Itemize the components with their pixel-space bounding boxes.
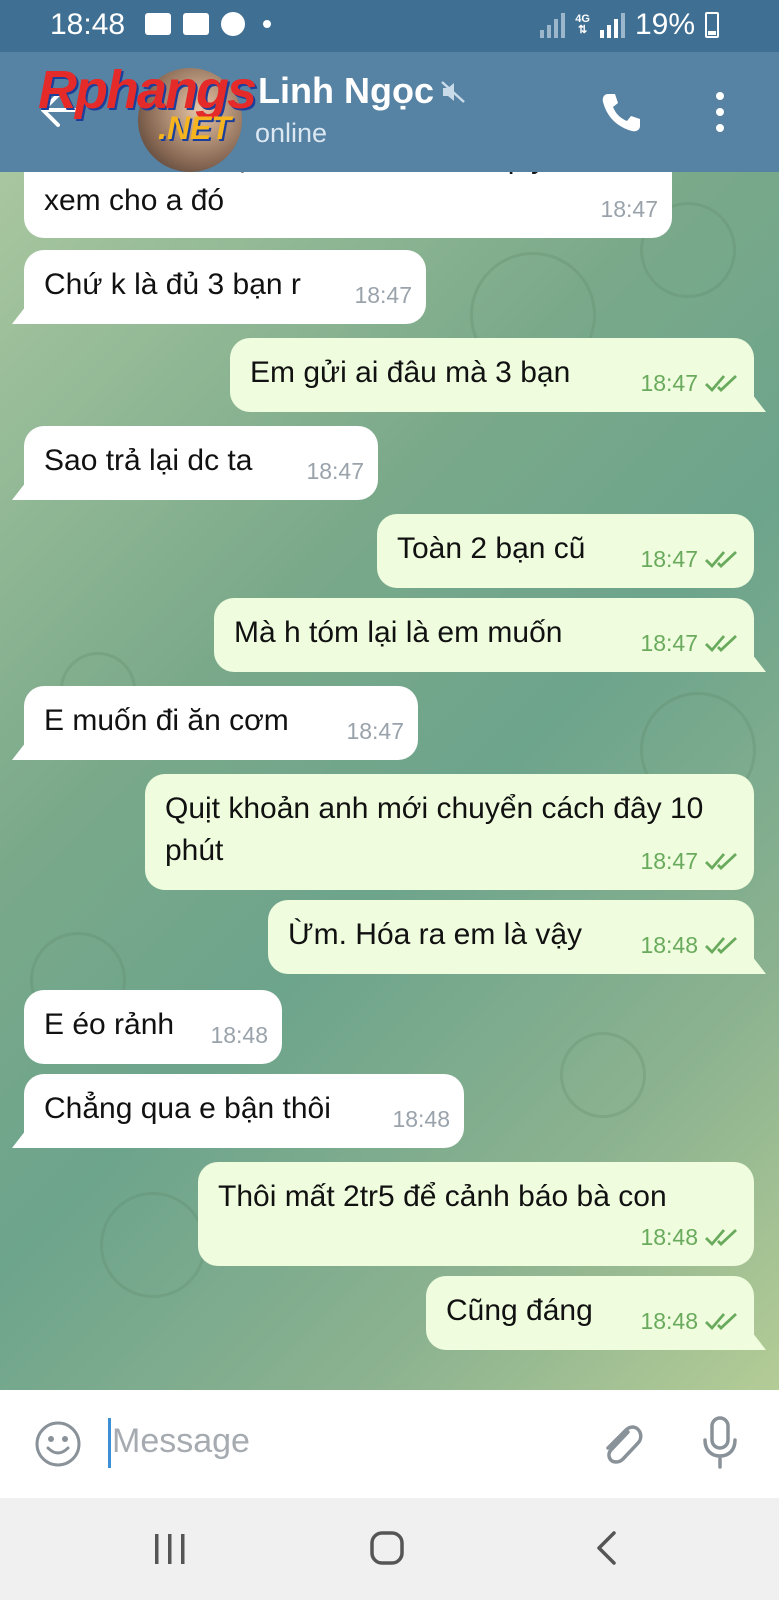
message-time: 18:47 xyxy=(640,630,698,656)
message-time: 18:47 xyxy=(346,718,404,744)
message-meta: 18:47 xyxy=(354,274,412,316)
contact-status: online xyxy=(255,118,328,148)
message-outgoing[interactable]: Ừm. Hóa ra em là vậy 18:48 xyxy=(268,900,754,974)
message-incoming[interactable]: Hình như có bạn bè bè là e k tính quyền … xyxy=(24,172,672,238)
emoji-icon[interactable] xyxy=(34,1420,82,1468)
message-time: 18:48 xyxy=(392,1106,450,1132)
message-meta: 18:47 xyxy=(640,622,740,664)
message-incoming[interactable]: Chứ k là đủ 3 bạn r 18:47 xyxy=(24,250,426,324)
message-incoming[interactable]: E muốn đi ăn cơm 18:47 xyxy=(24,686,418,760)
chat-area[interactable]: Hình như có bạn bè bè là e k tính quyền … xyxy=(0,172,779,1390)
chrome-notification-icon xyxy=(221,12,245,36)
double-check-icon xyxy=(705,634,737,653)
notification-icons xyxy=(145,12,271,36)
microphone-icon[interactable] xyxy=(700,1416,740,1470)
message-meta: 18:47 xyxy=(640,362,740,404)
recent-apps-icon[interactable] xyxy=(152,1532,188,1566)
message-text: Toàn 2 bạn cũ xyxy=(397,532,586,565)
message-meta: 18:47 xyxy=(640,840,740,882)
message-time: 18:48 xyxy=(640,1308,698,1334)
nav-back-icon[interactable] xyxy=(594,1530,618,1566)
signal-sim2-icon xyxy=(599,12,625,38)
more-vertical-icon[interactable] xyxy=(714,92,726,132)
message-meta: 18:47 xyxy=(306,450,364,492)
mute-icon xyxy=(441,81,465,103)
contact-name[interactable]: Linh Ngọc xyxy=(258,70,434,112)
message-time: 18:47 xyxy=(354,282,412,308)
message-meta: 18:47 xyxy=(640,538,740,580)
battery-icon xyxy=(705,12,719,38)
chat-header: Rphangs .NET Linh Ngọc online xyxy=(0,52,779,172)
message-text: Thôi mất 2tr5 để cảnh báo bà con xyxy=(218,1180,667,1213)
text-cursor xyxy=(108,1418,111,1468)
status-right: 4G ⇅ 19% xyxy=(540,8,719,42)
double-check-icon xyxy=(705,852,737,871)
message-text: E éo rảnh xyxy=(44,1008,175,1041)
double-check-icon xyxy=(705,936,737,955)
message-time: 18:47 xyxy=(640,546,698,572)
battery-percent: 19% xyxy=(634,8,695,41)
double-check-icon xyxy=(705,1228,737,1247)
message-text: xem cho a đó xyxy=(44,184,225,217)
message-outgoing[interactable]: Toàn 2 bạn cũ 18:47 xyxy=(377,514,754,588)
message-text: Em gửi ai đâu mà 3 bạn xyxy=(250,356,571,389)
message-composer: Message xyxy=(0,1390,779,1498)
double-check-icon xyxy=(705,1312,737,1331)
network-type: 4G ⇅ xyxy=(575,13,590,36)
message-time: 18:47 xyxy=(640,848,698,874)
status-time: 18:48 xyxy=(50,8,126,41)
message-text: Sao trả lại dc ta xyxy=(44,444,253,477)
message-input[interactable]: Message xyxy=(112,1422,250,1461)
message-time: 18:48 xyxy=(640,1224,698,1250)
message-text: Chẳng qua e bận thôi xyxy=(44,1092,331,1125)
message-time: 18:47 xyxy=(640,370,698,396)
message-time: 18:48 xyxy=(640,932,698,958)
double-check-icon xyxy=(705,374,737,393)
message-time: 18:48 xyxy=(210,1022,268,1048)
message-outgoing[interactable]: Cũng đáng 18:48 xyxy=(426,1276,754,1350)
watermark-logo-suffix: .NET xyxy=(158,110,231,146)
message-text: Cũng đáng xyxy=(446,1294,593,1327)
message-meta: 18:47 xyxy=(346,710,404,752)
gallery-notification-icon xyxy=(145,13,171,35)
message-text: Ừm. Hóa ra em là vậy xyxy=(288,918,583,951)
double-check-icon xyxy=(705,550,737,569)
message-meta: 18:48 xyxy=(640,1216,740,1258)
attach-icon[interactable] xyxy=(598,1418,644,1470)
message-text: Mà h tóm lại là em muốn xyxy=(234,616,563,649)
home-icon[interactable] xyxy=(369,1530,405,1566)
message-meta: 18:48 xyxy=(392,1098,450,1140)
message-text: Chứ k là đủ 3 bạn r xyxy=(44,268,301,301)
message-meta: 18:48 xyxy=(210,1014,268,1056)
signal-sim1-icon xyxy=(540,12,566,38)
message-time: 18:47 xyxy=(306,458,364,484)
message-incoming[interactable]: E éo rảnh 18:48 xyxy=(24,990,282,1064)
phone-icon[interactable] xyxy=(598,90,644,136)
message-text: E muốn đi ăn cơm xyxy=(44,704,289,737)
status-bar: 18:48 4G ⇅ 19% xyxy=(0,0,779,52)
message-incoming[interactable]: Chẳng qua e bận thôi 18:48 xyxy=(24,1074,464,1148)
message-outgoing[interactable]: Em gửi ai đâu mà 3 bạn 18:47 xyxy=(230,338,754,412)
message-meta: 18:47 xyxy=(600,188,658,230)
message-meta: 18:48 xyxy=(640,1300,740,1342)
message-outgoing[interactable]: Quịt khoản anh mới chuyển cách đây 10 ph… xyxy=(145,774,754,890)
message-outgoing[interactable]: Mà h tóm lại là em muốn 18:47 xyxy=(214,598,754,672)
system-navigation-bar xyxy=(0,1498,779,1600)
message-incoming[interactable]: Sao trả lại dc ta 18:47 xyxy=(24,426,378,500)
youtube-notification-icon xyxy=(183,13,209,35)
message-time: 18:47 xyxy=(600,196,658,222)
message-outgoing[interactable]: Thôi mất 2tr5 để cảnh báo bà con 18:48 xyxy=(198,1162,754,1266)
more-notifications-dot-icon xyxy=(263,20,271,28)
message-meta: 18:48 xyxy=(640,924,740,966)
